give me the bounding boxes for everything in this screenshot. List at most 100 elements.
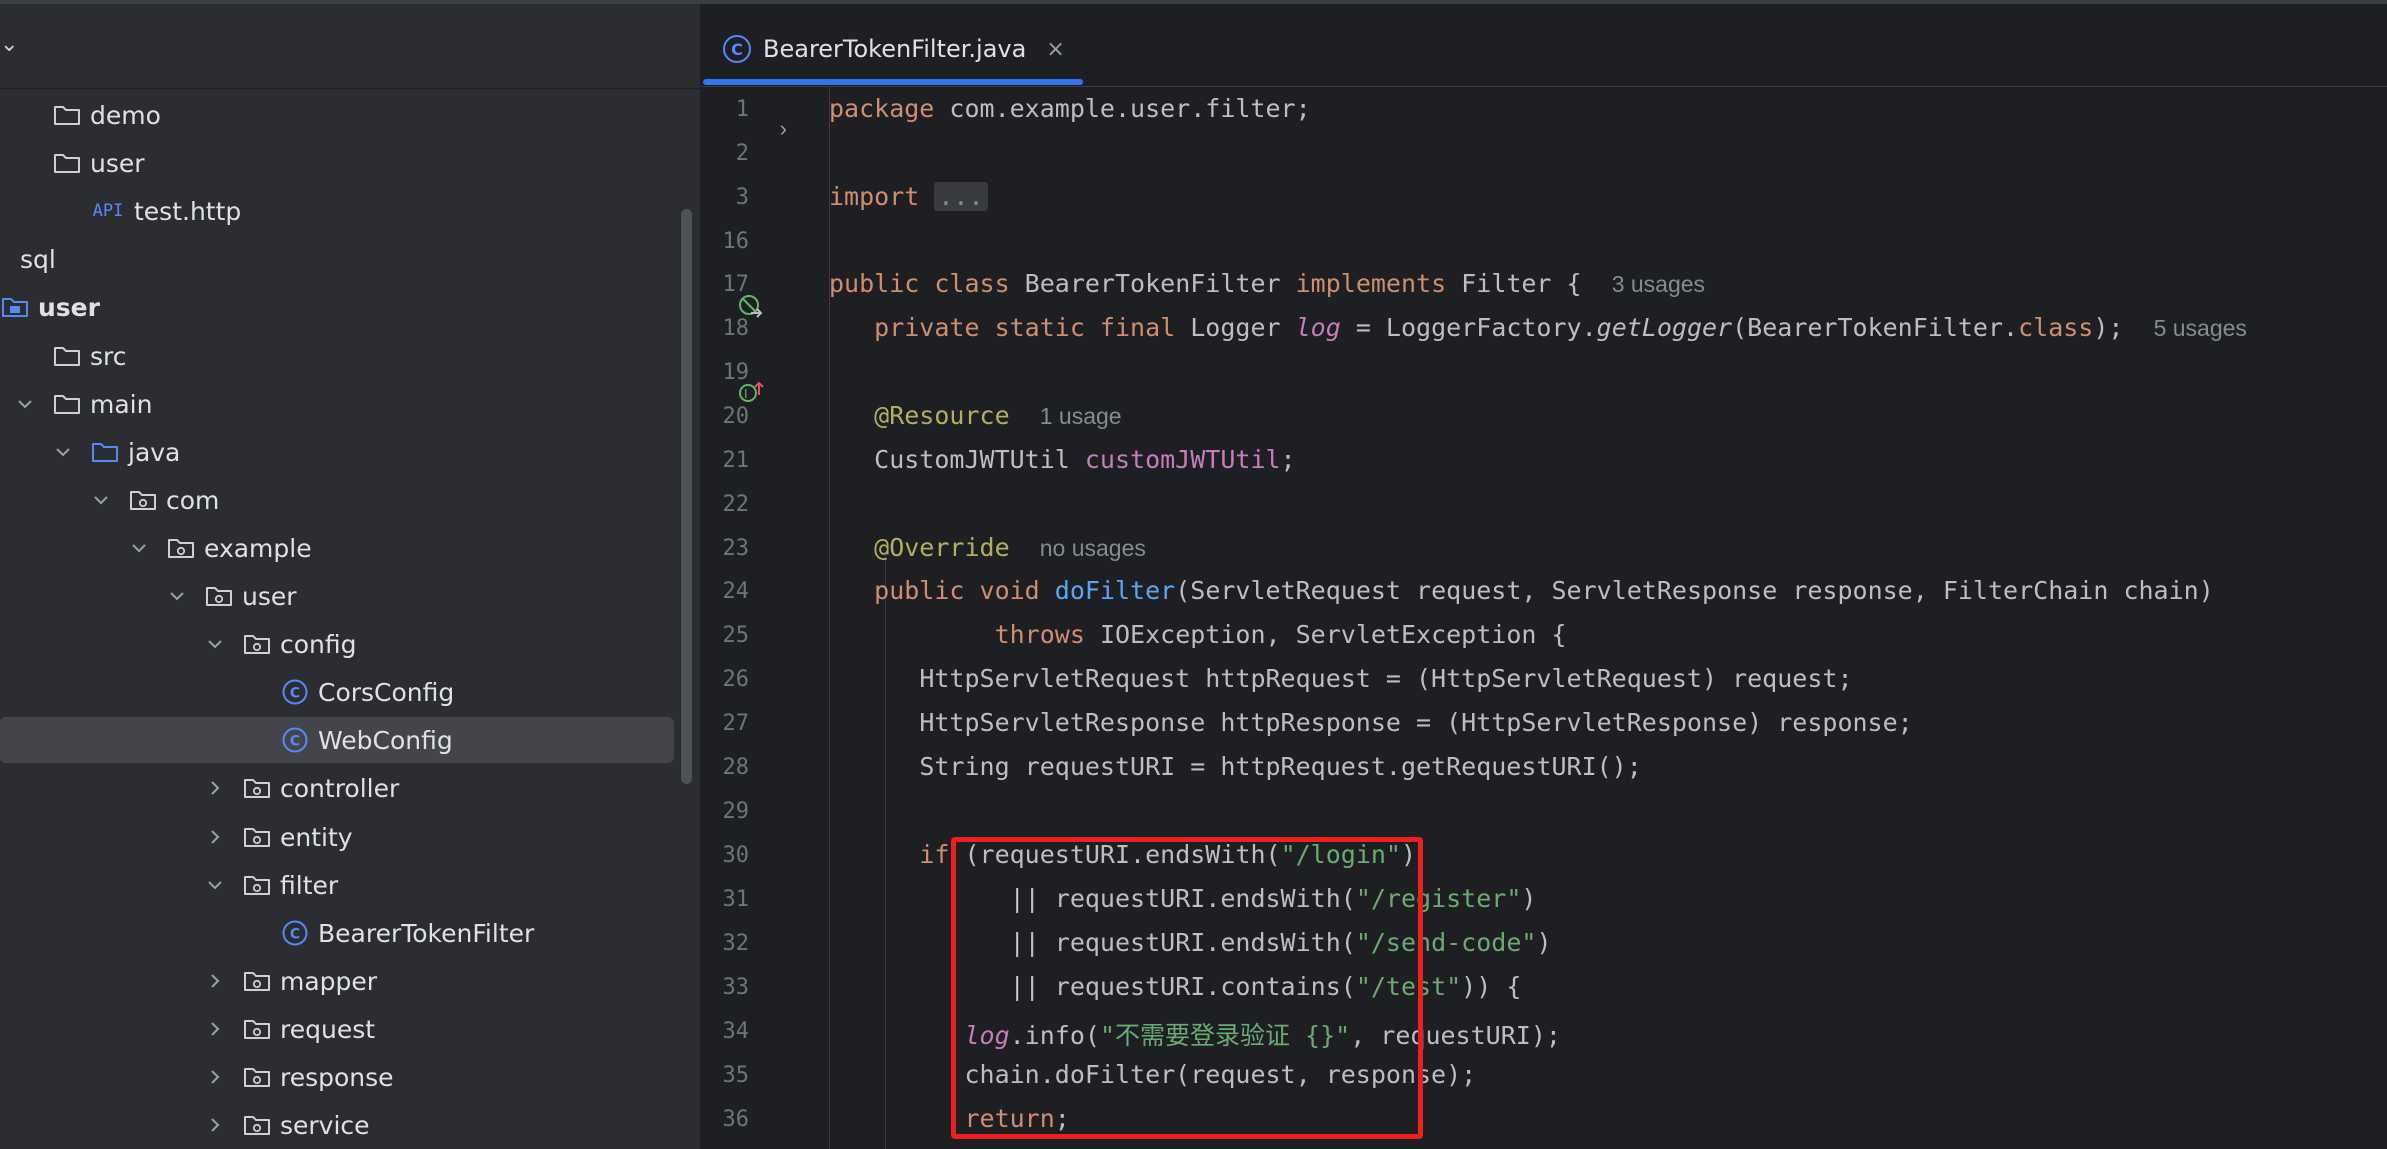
tree-item-user[interactable]: user [0, 284, 674, 330]
tab-bearer-token-filter[interactable]: C BearerTokenFilter.java × [723, 26, 1065, 72]
tree-item-demo[interactable]: demo [0, 92, 674, 138]
line-number: 3 [735, 185, 749, 210]
usages-hint[interactable]: no usages [1040, 535, 1146, 561]
tree-item-request[interactable]: request [0, 1006, 674, 1052]
line-number: 2 [735, 141, 749, 166]
chevron-down-icon[interactable] [204, 633, 226, 655]
tree-item-label: filter [280, 870, 339, 900]
tree-item-response[interactable]: response [0, 1054, 674, 1100]
usages-hint[interactable]: 5 usages [2154, 315, 2247, 341]
chevron-right-icon[interactable] [204, 1114, 226, 1136]
close-icon[interactable]: × [1046, 37, 1064, 62]
fold-arrow-icon[interactable]: › [767, 116, 787, 142]
line-number: 22 [722, 492, 750, 517]
tree-item-label: controller [280, 773, 400, 803]
code-line-30: if (requestURI.endsWith("/login") [919, 840, 1417, 869]
chevron-down-icon[interactable] [128, 537, 150, 559]
line-number: 23 [722, 536, 750, 561]
line-number: 18 [722, 316, 750, 341]
chevron-right-icon[interactable] [204, 1018, 226, 1040]
tree-item-controller[interactable]: controller [0, 765, 674, 811]
code-line-23: @Override no usages [874, 533, 1146, 562]
package-icon [242, 774, 272, 802]
tree-item-test-http[interactable]: API test.http [0, 188, 674, 234]
tree-item-example[interactable]: example [0, 525, 674, 571]
tree-item-service[interactable]: service [0, 1102, 674, 1148]
line-number: 1 [735, 97, 749, 122]
code-line-31: || requestURI.endsWith("/register") [1009, 884, 1537, 913]
chevron-right-icon[interactable] [204, 777, 226, 799]
tree-item-label: service [280, 1110, 370, 1140]
tree-item-java[interactable]: java [0, 429, 674, 475]
chevron-right-icon[interactable] [204, 970, 226, 992]
line-number: 31 [722, 887, 750, 912]
tree-item-corsconfig[interactable]: C CorsConfig [0, 669, 674, 715]
line-number: 26 [722, 667, 750, 692]
tree-item-src[interactable]: src [0, 333, 674, 379]
tree-item-label: user [38, 292, 100, 322]
code-line-32: || requestURI.endsWith("/send-code") [1009, 928, 1552, 957]
tree-item-label: WebConfig [318, 725, 453, 755]
tree-item-label: config [280, 629, 357, 659]
tree-item-sql[interactable]: sql [0, 236, 674, 282]
active-tab-indicator [703, 79, 1083, 85]
tree-item-label: response [280, 1062, 394, 1092]
package-icon [242, 823, 272, 851]
package-icon [242, 1015, 272, 1043]
tree-item-main[interactable]: main [0, 381, 674, 427]
chevron-down-icon[interactable] [52, 441, 74, 463]
tree-item-com[interactable]: com [0, 477, 674, 523]
line-number: 19 [722, 360, 750, 385]
tree-item-filter[interactable]: filter [0, 862, 674, 908]
line-number: 34 [722, 1019, 750, 1044]
usages-hint[interactable]: 1 usage [1040, 403, 1122, 429]
tree-item-mapper[interactable]: mapper [0, 958, 674, 1004]
tree-item-user[interactable]: user [0, 140, 674, 186]
line-number: 21 [722, 448, 750, 473]
package-icon [242, 967, 272, 995]
chevron-down-icon[interactable]: ⌄ [0, 34, 18, 56]
chevron-right-icon[interactable] [204, 1066, 226, 1088]
code-line-21: CustomJWTUtil customJWTUtil; [874, 445, 1296, 474]
folder-icon [52, 342, 82, 370]
tree-item-label: main [90, 389, 153, 419]
chevron-right-icon[interactable] [204, 826, 226, 848]
chevron-down-icon[interactable] [14, 393, 36, 415]
class-icon: C [280, 678, 310, 706]
code-line-34: log.info("不需要登录验证 {}", requestURI); [964, 1021, 1561, 1050]
tree-item-bearertokenfilter[interactable]: C BearerTokenFilter [0, 910, 674, 956]
tree-item-label: src [90, 341, 127, 371]
tree-item-label: mapper [280, 966, 378, 996]
line-number: 35 [722, 1063, 750, 1088]
code-area[interactable]: package com.example.user.filter; import … [829, 86, 2379, 1149]
class-icon: C [280, 919, 310, 947]
folded-imports[interactable]: ... [934, 182, 988, 211]
folder-icon [0, 245, 12, 273]
project-panel-header: ⌄ [0, 4, 700, 89]
tree-item-user[interactable]: user [0, 573, 674, 619]
usages-hint[interactable]: 3 usages [1612, 271, 1705, 297]
line-number: 28 [722, 755, 750, 780]
code-line-24: public void doFilter(ServletRequest requ… [874, 576, 2214, 605]
line-number: 24 [722, 579, 750, 604]
line-number: 29 [722, 799, 750, 824]
class-icon: C [280, 726, 310, 754]
package-icon [242, 871, 272, 899]
chevron-down-icon[interactable] [90, 489, 112, 511]
chevron-down-icon[interactable] [204, 874, 226, 896]
tree-item-label: java [128, 437, 181, 467]
source-folder-icon [90, 438, 120, 466]
code-line-27: HttpServletResponse httpResponse = (Http… [919, 708, 1913, 737]
tree-item-webconfig[interactable]: C WebConfig [0, 717, 674, 763]
code-line-28: String requestURI = httpRequest.getReque… [919, 752, 1642, 781]
api-file-icon: API [92, 201, 124, 221]
tree-item-entity[interactable]: entity [0, 814, 674, 860]
line-number: 25 [722, 623, 750, 648]
package-icon [166, 534, 196, 562]
chevron-down-icon[interactable] [166, 585, 188, 607]
tree-scrollbar[interactable] [681, 209, 692, 784]
tree-item-config[interactable]: config [0, 621, 674, 667]
line-number: 33 [722, 975, 750, 1000]
